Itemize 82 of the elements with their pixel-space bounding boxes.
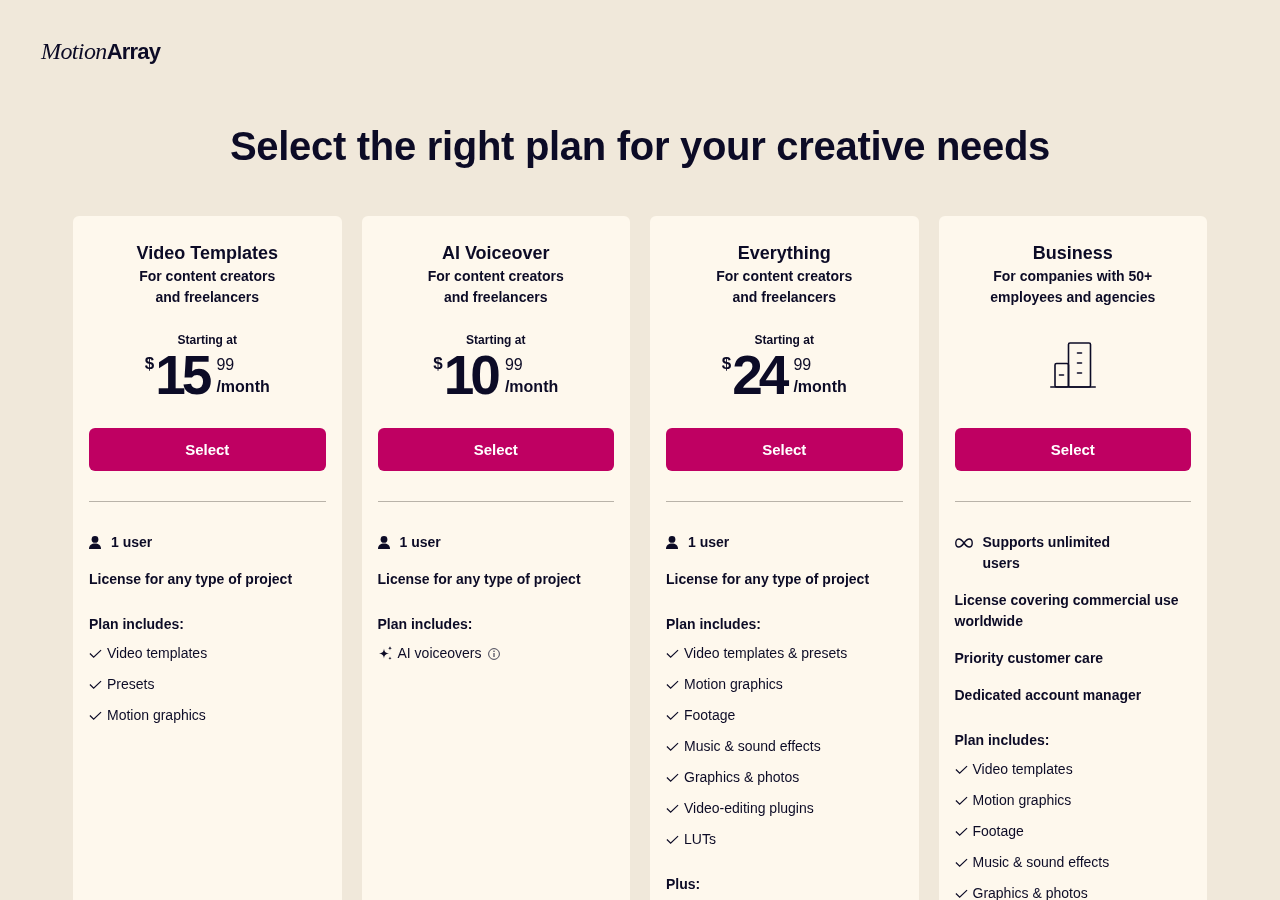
check-icon bbox=[89, 648, 102, 659]
feature-text: 1 user bbox=[688, 533, 730, 552]
person-icon bbox=[89, 536, 101, 549]
plan-subtitle: For content creators and freelancers bbox=[716, 267, 853, 307]
section-heading: Plus: bbox=[666, 875, 702, 894]
check-icon bbox=[954, 826, 968, 837]
plan-subtitle: For companies with 50+ employees and agencies bbox=[990, 267, 1156, 307]
included-item: Motion graphics bbox=[972, 791, 1072, 810]
feature-text: License for any type of project bbox=[377, 570, 581, 589]
included-item: Video templates bbox=[972, 760, 1073, 779]
check-icon bbox=[954, 795, 968, 806]
feature-text: License for any type of project bbox=[89, 570, 293, 589]
included-item: Footage bbox=[972, 822, 1024, 841]
price-amount: 24 bbox=[732, 350, 787, 400]
price-label: Starting at bbox=[466, 332, 526, 348]
currency-symbol: $ bbox=[433, 354, 443, 374]
included-item: Motion graphics bbox=[107, 706, 206, 725]
person-icon bbox=[377, 536, 390, 549]
check-icon bbox=[666, 648, 679, 659]
plan-subtitle: For content creators and freelancers bbox=[427, 267, 564, 307]
check-icon bbox=[954, 857, 968, 868]
price-label: Starting at bbox=[754, 332, 814, 348]
currency-symbol: $ bbox=[144, 354, 155, 374]
check-icon bbox=[666, 803, 679, 814]
included-item: Video-editing plugins bbox=[684, 799, 814, 818]
section-heading: Plan includes: bbox=[377, 615, 474, 634]
section-heading: Plan includes: bbox=[666, 615, 762, 634]
person-icon bbox=[666, 536, 678, 549]
check-icon bbox=[666, 772, 679, 783]
feature-text: License for any type of project bbox=[666, 570, 870, 589]
infinity-icon bbox=[954, 538, 973, 548]
included-item: Music & sound effects bbox=[972, 853, 1110, 872]
currency-symbol: $ bbox=[721, 354, 732, 374]
select-button[interactable]: Select bbox=[89, 428, 326, 471]
included-item: Video templates bbox=[107, 644, 208, 663]
included-item: Music & sound effects bbox=[684, 737, 821, 756]
plan-title: Video Templates bbox=[136, 242, 278, 265]
check-icon bbox=[89, 710, 102, 721]
check-icon bbox=[666, 679, 679, 690]
price-cents: 99 bbox=[793, 356, 812, 374]
price-cents: 99 bbox=[216, 356, 235, 374]
feature-text: Priority customer care bbox=[954, 649, 1104, 668]
check-icon bbox=[89, 679, 102, 690]
price-amount: 10 bbox=[443, 350, 498, 400]
plan-title: Business bbox=[1032, 242, 1113, 265]
page-heading: Select the right plan for your creative needs bbox=[228, 123, 1052, 169]
price-period: /month bbox=[504, 378, 559, 396]
sparkle-icon bbox=[377, 646, 393, 661]
price-period: /month bbox=[216, 378, 270, 396]
select-button[interactable]: Select bbox=[377, 428, 614, 471]
included-item: Video templates & presets bbox=[684, 644, 848, 663]
select-button[interactable]: Select bbox=[666, 428, 903, 471]
feature-text: Supports unlimited users bbox=[982, 533, 1111, 573]
logo[interactable]: MotionArray bbox=[41, 37, 161, 66]
plan-title: AI Voiceover bbox=[441, 242, 550, 265]
info-icon bbox=[487, 647, 500, 660]
check-icon bbox=[666, 741, 679, 752]
check-icon bbox=[954, 764, 968, 775]
price-period: /month bbox=[793, 378, 847, 396]
price-label: Starting at bbox=[177, 332, 237, 348]
check-icon bbox=[666, 834, 679, 845]
feature-text: 1 user bbox=[111, 533, 153, 552]
feature-text: Dedicated account manager bbox=[954, 686, 1142, 705]
section-heading: Plan includes: bbox=[954, 731, 1051, 750]
check-icon bbox=[954, 888, 968, 899]
feature-text: License covering commercial use worldwide bbox=[954, 591, 1180, 631]
included-item: Graphics & photos bbox=[972, 884, 1088, 900]
plan-subtitle: For content creators and freelancers bbox=[139, 267, 276, 307]
select-button[interactable]: Select bbox=[954, 428, 1191, 471]
plan-title: Everything bbox=[737, 242, 831, 265]
included-item: Graphics & photos bbox=[684, 768, 800, 787]
included-item: LUTs bbox=[684, 830, 716, 849]
building-icon bbox=[1049, 342, 1096, 388]
check-icon bbox=[666, 710, 679, 721]
price-amount: 15 bbox=[155, 350, 209, 400]
section-heading: Plan includes: bbox=[89, 615, 185, 634]
included-item: Footage bbox=[684, 706, 736, 725]
feature-text: 1 user bbox=[399, 533, 441, 552]
included-item: Motion graphics bbox=[684, 675, 783, 694]
price-cents: 99 bbox=[504, 356, 523, 374]
included-item: AI voiceovers bbox=[397, 644, 482, 663]
included-item: Presets bbox=[107, 675, 155, 694]
